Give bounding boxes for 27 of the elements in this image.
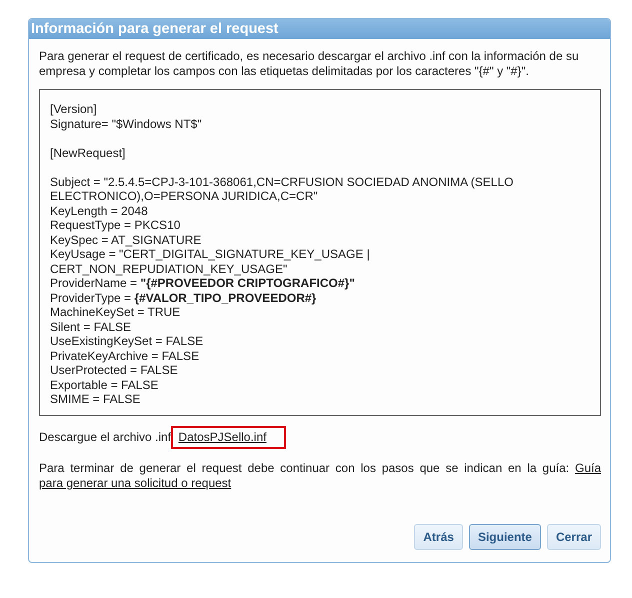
inf-line: RequestType = PKCS10 [50,218,182,232]
download-link[interactable]: DatosPJSello.inf [178,430,266,444]
inf-line: Silent = FALSE [50,320,132,334]
inf-line: [NewRequest] [50,146,126,160]
inf-line: UserProtected = FALSE [50,363,179,378]
inf-line: [Version] [50,102,98,116]
inf-line: ProviderName = "{#PROVEEDOR CRIPTOGRAFICO#}" [50,276,356,290]
inf-line: KeyUsage = "CERT_DIGITAL_SIGNATURE_KEY_USAGE | CERT_NON_REPUDIATION_KEY_USAGE" [50,247,371,276]
inf-line: KeySpec = AT_SIGNATURE [50,232,202,247]
inf-line: UseExistingKeySet = FALSE [50,334,204,348]
inf-line: ProviderType = {#VALOR_TIPO_PROVEEDOR#} [50,290,318,305]
dialog-button[interactable]: Atrás [414,524,463,550]
inf-line: PrivateKeyArchive = FALSE [50,348,200,363]
inf-line: Signature= "$Windows NT$" [50,116,203,131]
intro-paragraph: Para generar el request de certificado, es necesario descargar el archivo .inf con la información de su empresa y completar los campos con las etiquetas delimitadas por los caracteres "{#" y "#}". [39,49,580,79]
guide-paragraph: Para terminar de generar el request debe continuar con los pasos que se indican en la guía: Guía para generar una solicitud o request [39,460,601,490]
download-label: Descargue el archivo .inf [39,430,172,444]
inf-line: SMIME = FALSE [50,392,142,406]
panel-title: Información para generar el request [29,19,610,39]
dialog-button[interactable]: Siguiente [468,524,541,550]
dialog-button[interactable]: Cerrar [546,524,601,550]
inf-line: MachineKeySet = TRUE [50,305,182,320]
guide-link[interactable]: para generar una solicitud o request [39,476,232,490]
inf-line: KeyLength = 2048 [50,204,149,218]
guide-link[interactable]: Guía [574,460,601,474]
inf-line: Subject = "2.5.4.5=CPJ-3-101-368061,CN=CRFUSION SOCIEDAD ANONIMA (SELLO ELECTRONICO),O=PERSONA JURIDICA,C=CR" [50,174,514,204]
inf-line: Exportable = FALSE [50,378,160,392]
